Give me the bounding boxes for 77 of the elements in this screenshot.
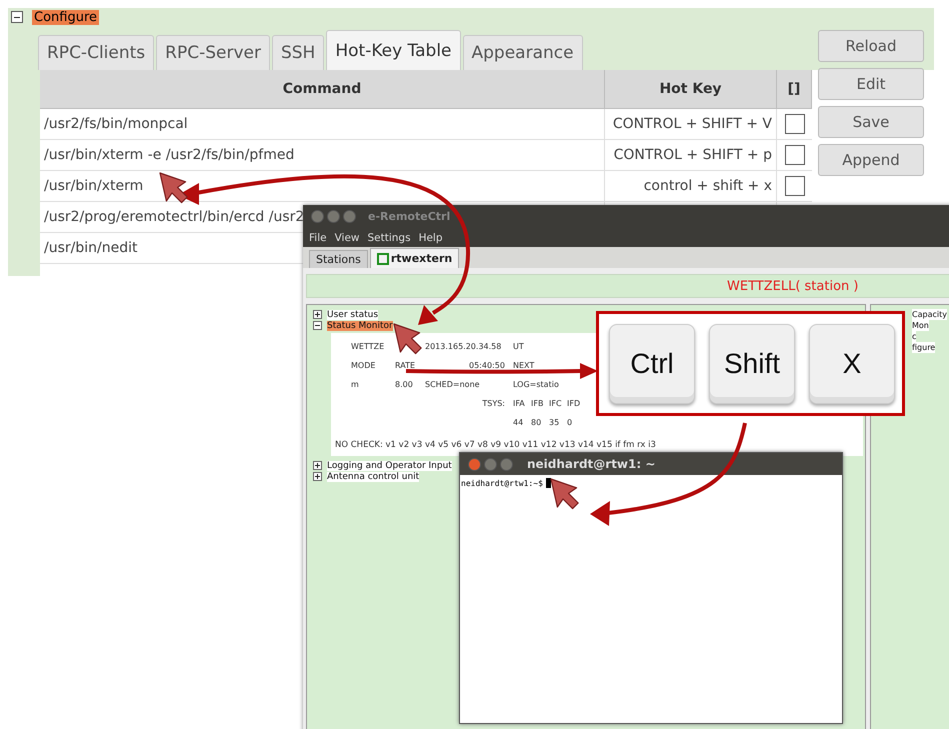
menu-item[interactable]: Settings [368,232,411,244]
button[interactable]: Reload [818,30,924,62]
list-item[interactable]: Capacity [912,309,947,320]
station-banner: WETTZELL( station ) [306,274,949,298]
list-item[interactable]: figure [912,342,936,353]
terminal-prompt: neidhardt@rtw1:~$ [461,478,543,488]
menu-item[interactable]: File [309,232,327,244]
tab[interactable]: rtwextern [370,248,460,268]
tree-item[interactable]: Logging and Operator Input [327,460,452,470]
tab[interactable]: RPC-Clients [38,35,154,70]
window-title: neidhardt@rtw1: ~ [527,457,656,471]
checkbox[interactable] [784,176,804,196]
pointer-cursor-icon [550,478,579,510]
table-cell: CONTROL + SHIFT + V [605,109,777,139]
close-button[interactable] [468,458,481,470]
text-cursor-icon [546,478,551,488]
status-value: 2013.165.20.34.58 [425,342,502,352]
pointer-cursor-icon [159,172,188,204]
table-cell: /usr/bin/xterm -e /usr2/fs/bin/pfmed [40,140,605,170]
status-value: 0 [567,418,574,428]
maximize-button[interactable] [343,210,356,223]
expand-toggle-icon[interactable] [313,461,322,470]
column-header[interactable]: [] [777,70,812,108]
keyboard-key: X [809,324,895,404]
status-value: IFC [549,398,563,408]
status-value: 8.00 [395,380,414,390]
status-value: 44 [513,418,524,428]
expand-toggle-icon[interactable] [313,310,322,319]
square-icon [376,252,389,264]
button[interactable]: Edit [818,68,924,100]
checkbox[interactable] [784,145,804,165]
column-header[interactable]: Command [40,70,605,108]
status-value: 35 [549,418,560,428]
list-item[interactable]: Mon [912,320,929,331]
status-value: MODE [351,360,376,370]
status-text: NO CHECK: v1 v2 v3 v4 v5 v6 v7 v8 v9 v10 v11 v12 v13 v14 v15 if fm rx i3 [335,440,657,450]
tab[interactable]: SSH [272,35,324,70]
pointer-cursor-icon [393,323,422,354]
menu-item[interactable]: Help [418,232,443,244]
tab[interactable]: Appearance [462,35,583,70]
status-value: NEXT [513,360,536,370]
minimize-button[interactable] [327,210,340,223]
status-value: 80 [531,418,542,428]
status-value: TSYS: [482,398,506,408]
table-cell: CONTROL + SHIFT + p [605,140,777,170]
table-cell: /usr2/fs/bin/monpcal [40,109,605,139]
collapse-toggle-icon[interactable] [11,11,23,23]
status-value: IFD [567,398,582,408]
status-value: WETTZE [351,342,386,352]
status-value: SCHED=none [425,380,481,390]
tree-item[interactable]: Antenna control unit [327,472,420,482]
collapse-toggle-icon[interactable] [313,321,322,330]
button[interactable]: Save [818,106,924,138]
tab[interactable]: Stations [309,250,368,268]
table-cell: control + shift + x [605,171,777,201]
close-button[interactable] [311,210,324,223]
keyboard-key: Shift [709,324,795,404]
window-title: e-RemoteCtrl [368,210,450,223]
status-value: UT [513,342,525,352]
tree-item[interactable]: User status [327,310,378,320]
status-value: LOG=statio [513,380,560,390]
menu-item[interactable]: View [334,232,360,244]
status-value: RATE [395,360,416,370]
tab[interactable]: RPC-Server [156,35,270,70]
list-item[interactable]: c [912,331,916,342]
status-value: m [351,380,360,390]
button[interactable]: Append [818,144,924,176]
status-value: IFA [513,398,526,408]
tree-item[interactable]: Status Monitor [327,320,393,330]
checkbox[interactable] [784,114,804,134]
section-title[interactable]: Configure [32,10,100,24]
status-value: IFB [531,398,544,408]
keyboard-key: Ctrl [609,324,695,404]
tab[interactable]: Hot-Key Table [326,30,461,70]
status-value: 05:40:50 [469,360,506,370]
column-header[interactable]: Hot Key [605,70,777,108]
expand-toggle-icon[interactable] [313,472,322,481]
